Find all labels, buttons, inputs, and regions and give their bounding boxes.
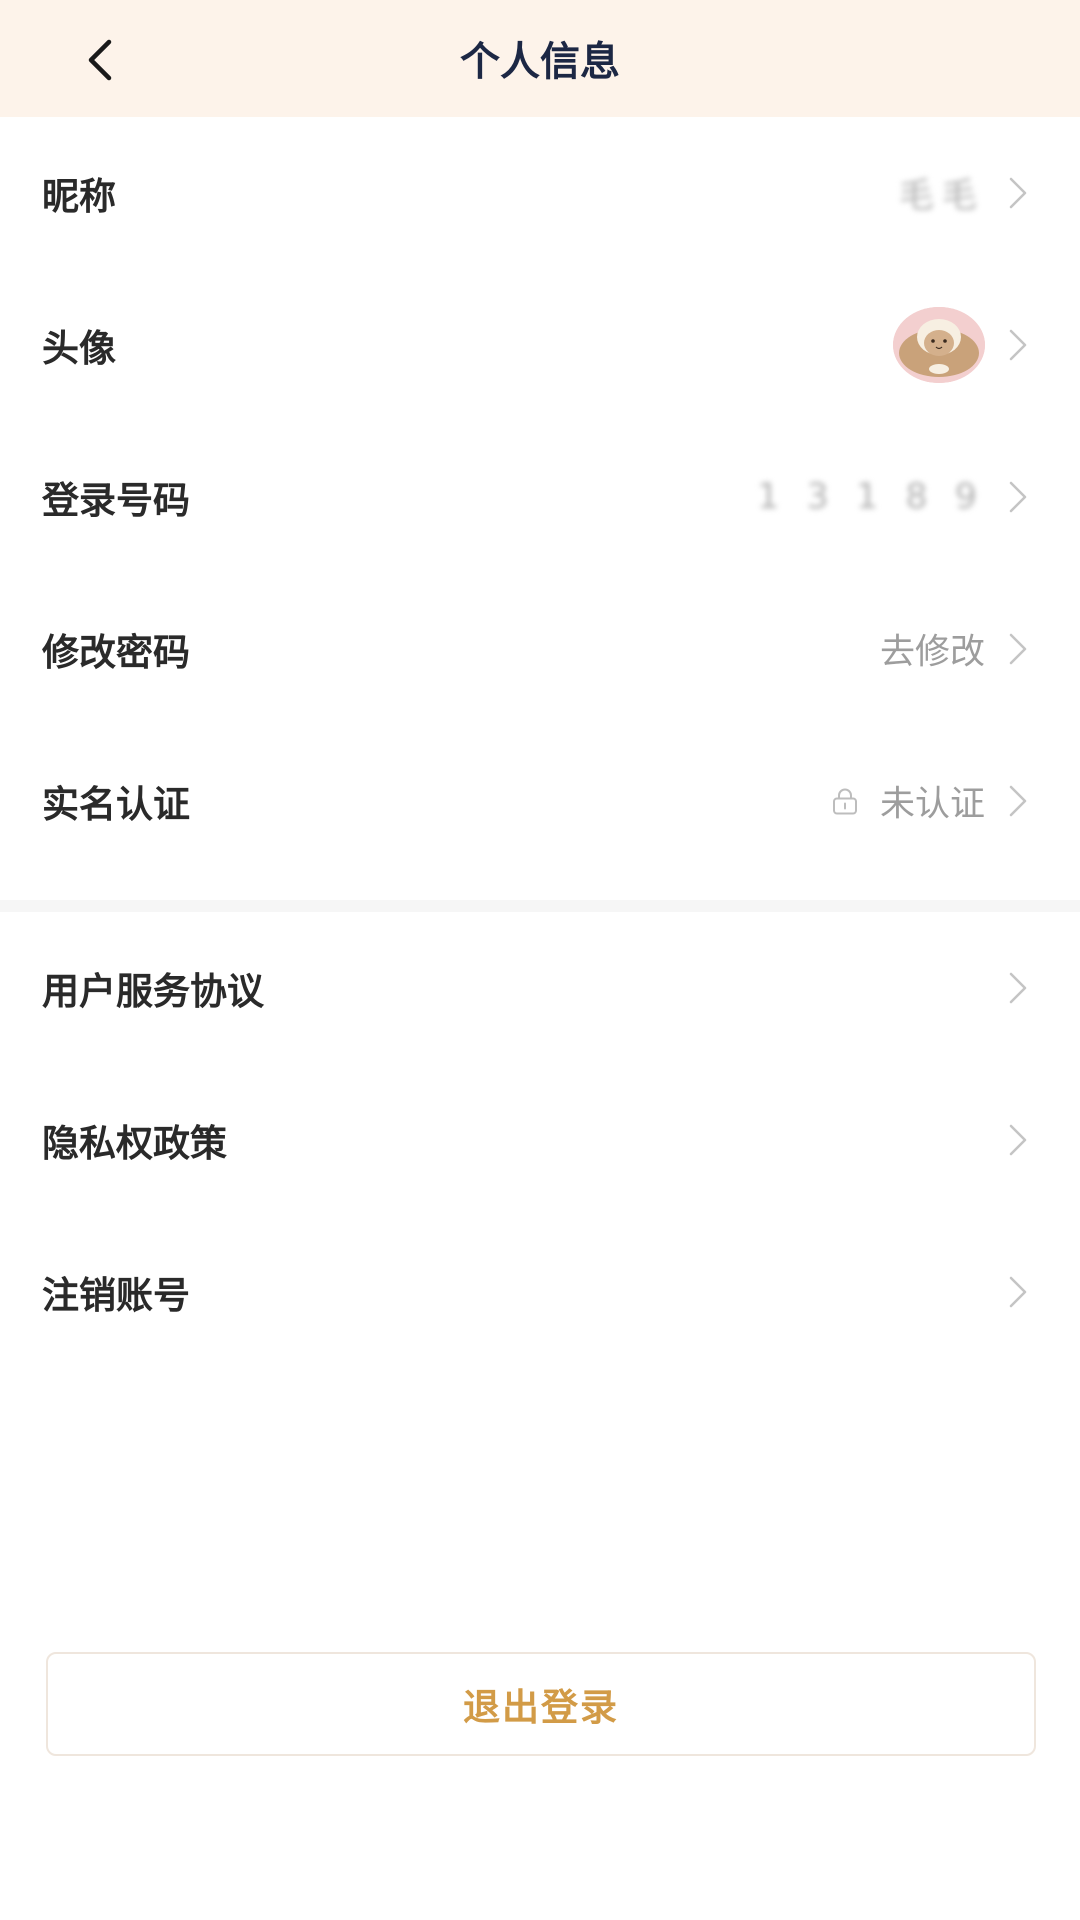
chevron-right-icon (1008, 479, 1032, 515)
nickname-label: 昵称 (42, 175, 116, 218)
change-password-label: 修改密码 (42, 631, 190, 674)
change-password-row[interactable]: 修改密码 去修改 (0, 573, 1080, 725)
change-password-value: 去修改 (879, 632, 985, 673)
nickname-text: 毛毛 (898, 176, 985, 217)
nickname-value: 毛毛 (899, 168, 985, 219)
top-bar: 个人信息 (0, 0, 1080, 117)
chevron-right-icon (1008, 1122, 1032, 1158)
avatar-label: 头像 (42, 327, 116, 370)
chevron-right-icon (1008, 970, 1032, 1006)
section-divider (0, 900, 1080, 912)
login-phone-label: 登录号码 (42, 479, 190, 522)
user-service-agreement-label: 用户服务协议 (42, 970, 264, 1013)
login-phone-value: 1 3 1 8 9 (757, 477, 985, 517)
real-name-verification-row[interactable]: 实名认证 未认证 (0, 725, 1080, 877)
user-service-agreement-row[interactable]: 用户服务协议 (0, 912, 1080, 1064)
verification-status: 未认证 (832, 776, 985, 827)
lock-icon (832, 787, 858, 815)
logout-button[interactable]: 退出登录 (46, 1652, 1036, 1756)
chevron-right-icon (1008, 783, 1032, 819)
avatar-value (893, 307, 985, 383)
chevron-right-icon (1008, 327, 1032, 363)
privacy-policy-label: 隐私权政策 (42, 1122, 227, 1165)
chevron-right-icon (1008, 1274, 1032, 1310)
avatar-row[interactable]: 头像 (0, 269, 1080, 421)
privacy-policy-row[interactable]: 隐私权政策 (0, 1064, 1080, 1216)
chevron-right-icon (1008, 175, 1032, 211)
verification-status-text: 未认证 (879, 784, 985, 825)
avatar (893, 307, 985, 383)
login-phone-row[interactable]: 登录号码 1 3 1 8 9 (0, 421, 1080, 573)
delete-account-label: 注销账号 (42, 1274, 190, 1317)
chevron-right-icon (1008, 631, 1032, 667)
real-name-verification-label: 实名认证 (42, 783, 190, 826)
nickname-row[interactable]: 昵称 毛毛 (0, 117, 1080, 269)
page-title: 个人信息 (460, 39, 620, 85)
delete-account-row[interactable]: 注销账号 (0, 1216, 1080, 1368)
phone-number-text: 1 3 1 8 9 (757, 477, 985, 517)
